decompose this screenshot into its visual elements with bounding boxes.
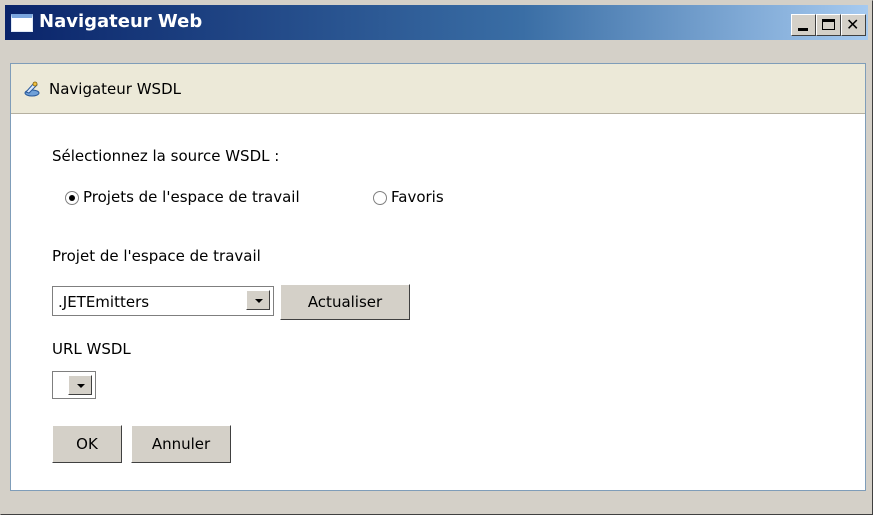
workspace-project-select[interactable]: .JETEmitters <box>52 286 274 316</box>
window-title: Navigateur Web <box>39 11 203 32</box>
radio-selected-dot <box>69 195 75 201</box>
maximize-button[interactable] <box>816 14 841 36</box>
workspace-project-label: Projet de l'espace de travail <box>52 247 261 265</box>
refresh-button[interactable]: Actualiser <box>280 284 410 320</box>
minimize-button[interactable] <box>791 14 816 36</box>
radio-workspace-projects-label[interactable]: Projets de l'espace de travail <box>83 188 300 206</box>
ok-button[interactable]: OK <box>52 425 122 463</box>
radio-favorites[interactable] <box>373 191 387 205</box>
cancel-button[interactable]: Annuler <box>131 425 231 463</box>
ok-button-label: OK <box>76 435 98 453</box>
wsdl-url-dropdown-button[interactable] <box>68 375 92 395</box>
title-bar[interactable]: Navigateur Web ✕ <box>5 5 868 40</box>
wsdl-browser-icon <box>24 81 40 97</box>
radio-workspace-projects[interactable] <box>65 191 79 205</box>
close-button[interactable]: ✕ <box>841 14 866 36</box>
close-icon: ✕ <box>846 15 860 34</box>
maximize-icon <box>822 19 835 30</box>
chevron-down-icon <box>77 384 85 388</box>
chevron-down-icon <box>255 299 263 303</box>
project-dropdown-button[interactable] <box>246 290 270 310</box>
cancel-button-label: Annuler <box>151 435 211 453</box>
browser-window: Navigateur Web ✕ Navigateur WSDL Sélecti… <box>0 0 873 515</box>
window-icon <box>11 14 33 32</box>
wsdl-url-select[interactable] <box>52 371 96 399</box>
refresh-button-label: Actualiser <box>307 293 383 311</box>
wsdl-browser-panel: Navigateur WSDL Sélectionnez la source W… <box>10 63 866 491</box>
minimize-icon <box>798 28 808 31</box>
panel-title: Navigateur WSDL <box>49 80 181 98</box>
radio-favorites-label[interactable]: Favoris <box>391 188 444 206</box>
workspace-project-value: .JETEmitters <box>58 293 150 311</box>
source-label: Sélectionnez la source WSDL : <box>52 147 280 165</box>
panel-header: Navigateur WSDL <box>11 64 865 114</box>
wsdl-url-label: URL WSDL <box>52 340 131 358</box>
